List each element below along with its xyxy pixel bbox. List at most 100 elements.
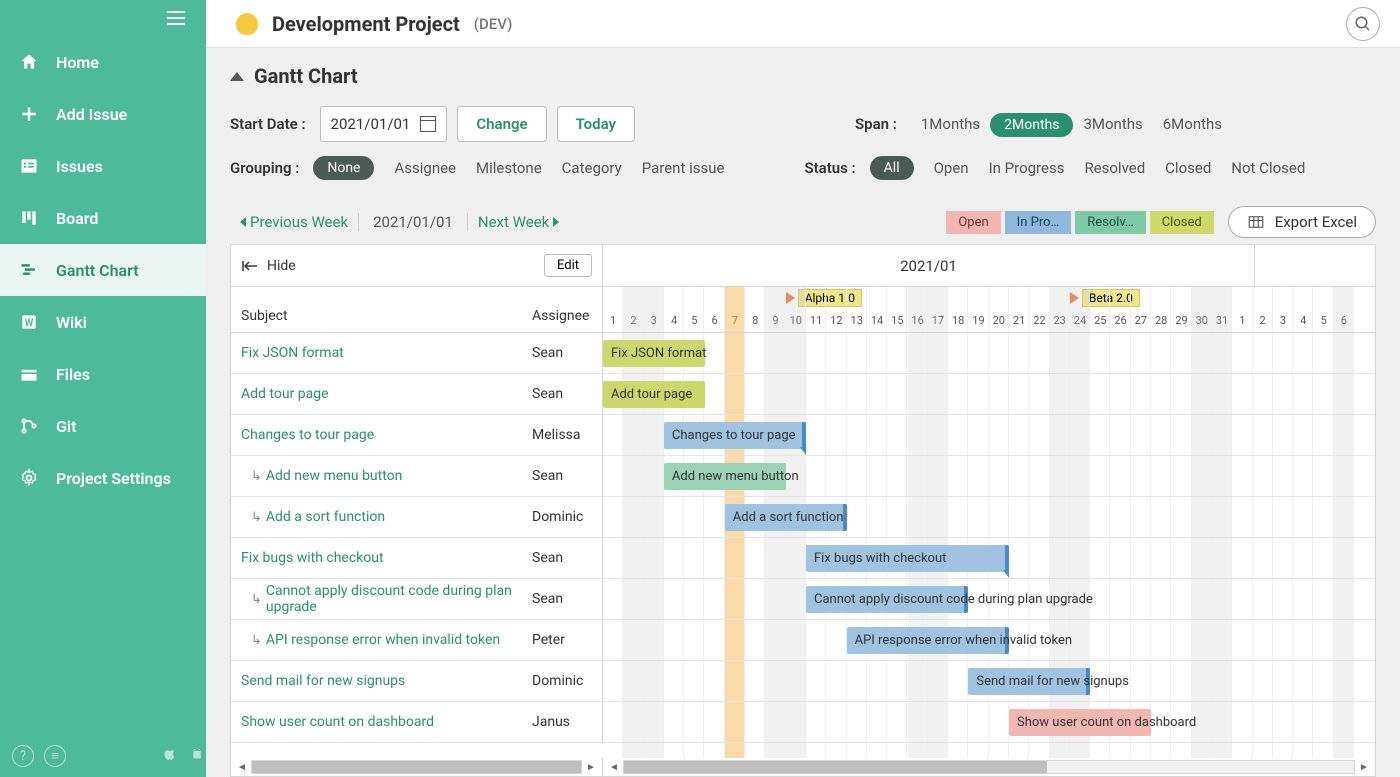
task-row: ↳ Add a sort functionDominicAdd a sort f… [231,497,1375,538]
edit-button[interactable]: Edit [544,254,592,277]
task-subject[interactable]: ↳ Add new menu button [241,468,532,484]
grouping-active[interactable]: None [313,156,374,180]
status-active[interactable]: All [870,156,914,180]
task-bar[interactable]: Add a sort function [725,504,847,531]
scrollbar-row: ◄ ► ◄ ► [231,758,1375,776]
sidebar-item-files[interactable]: Files [0,348,206,400]
task-row: Add tour pageSeanAdd tour page [231,374,1375,415]
header: Development Project (DEV) [206,0,1400,48]
scroll-left-icon[interactable]: ◄ [235,762,249,773]
main: Development Project (DEV) Gantt Chart St… [206,0,1400,777]
sidebar-item-wiki[interactable]: WWiki [0,296,206,348]
grouping-option-category[interactable]: Category [552,159,632,177]
milestone-alpha-1-0[interactable]: Alpha 1.0 [786,289,862,307]
task-bar[interactable]: Add new menu button [664,463,786,490]
task-bar[interactable]: Fix JSON format [603,340,705,367]
help-icon[interactable]: ? [12,745,34,767]
sidebar-item-git[interactable]: Git [0,400,206,452]
android-icon[interactable] [188,745,206,767]
day-label: 28 [1151,287,1171,332]
sidebar-item-issues[interactable]: Issues [0,140,206,192]
task-subject[interactable]: Changes to tour page [241,427,532,443]
milestone-beta-2-0[interactable]: Beta 2.0 [1070,289,1140,307]
timeline-scroll-left-icon[interactable]: ◄ [607,758,621,776]
sidebar-footer: ? ≡ [0,745,206,767]
next-week[interactable]: Next Week [468,213,569,231]
span-option-3months[interactable]: 3Months [1073,115,1152,133]
task-subject[interactable]: Add tour page [241,386,532,402]
info-icon[interactable]: ≡ [44,745,66,767]
day-label: 9 [765,287,785,332]
scroll-right-icon[interactable]: ► [584,762,598,773]
export-excel-button[interactable]: Export Excel [1228,206,1376,238]
sidebar-item-gantt[interactable]: Gantt Chart [0,244,206,296]
hamburger-icon[interactable] [0,0,206,36]
task-subject[interactable]: Fix JSON format [241,345,532,361]
grouping-label: Grouping : [230,159,299,177]
task-subject[interactable]: ↳ Add a sort function [241,509,532,525]
timeline-scrollbar[interactable] [623,760,1355,774]
task-bar[interactable]: Cannot apply discount code during plan u… [806,586,968,613]
files-icon [18,363,40,385]
grouping-option-assignee[interactable]: Assignee [384,159,466,177]
grouping-option-milestone[interactable]: Milestone [466,159,552,177]
content: Gantt Chart Start Date : 2021/01/01 Chan… [206,48,1400,777]
task-assignee: Peter [532,632,592,648]
day-label: 20 [989,287,1009,332]
calendar-icon [420,116,436,132]
day-label: 30 [1192,287,1212,332]
span-option-1months[interactable]: 1Months [911,115,990,133]
hide-label[interactable]: Hide [267,258,296,274]
task-subject[interactable]: ↳ API response error when invalid token [241,632,532,648]
task-subject[interactable]: Show user count on dashboard [241,714,532,730]
task-subject[interactable]: Fix bugs with checkout [241,550,532,566]
git-icon [18,415,40,437]
wiki-icon: W [18,311,40,333]
settings-icon [18,467,40,489]
task-bar[interactable]: Changes to tour page [664,422,806,449]
collapse-left-icon[interactable] [241,259,259,273]
task-bar[interactable]: Add tour page [603,381,705,408]
task-bar[interactable]: Fix bugs with checkout [806,545,1009,572]
task-assignee: Sean [532,468,592,484]
prev-week[interactable]: Previous Week [230,213,358,231]
left-scrollbar[interactable] [251,760,582,774]
change-button[interactable]: Change [457,106,546,142]
day-label: 18 [948,287,968,332]
status-option-in-progress[interactable]: In Progress [979,159,1075,177]
task-assignee: Sean [532,345,592,361]
sidebar-item-add-issue[interactable]: Add Issue [0,88,206,140]
day-label: 5 [684,287,704,332]
day-label: 1 [603,287,623,332]
day-label: 1 [1232,287,1252,332]
sidebar-item-board[interactable]: Board [0,192,206,244]
day-label: 29 [1171,287,1191,332]
task-bar[interactable]: API response error when invalid token [847,627,1009,654]
task-row: ↳ API response error when invalid tokenP… [231,620,1375,661]
status-option-open[interactable]: Open [924,159,979,177]
task-row: ↳ Add new menu buttonSean Add new menu bu… [231,456,1375,497]
collapse-icon[interactable] [230,72,244,81]
subtask-arrow-icon: ↳ [251,469,262,484]
span-option-2months[interactable]: 2Months [990,113,1073,137]
grouping-option-parent-issue[interactable]: Parent issue [632,159,735,177]
day-label: 6 [1334,287,1354,332]
control-row-2: Grouping : None AssigneeMilestoneCategor… [230,156,1376,180]
task-subject[interactable]: ↳ Cannot apply discount code during plan… [241,583,532,615]
status-option-not-closed[interactable]: Not Closed [1221,159,1315,177]
today-button[interactable]: Today [557,106,635,142]
task-bar[interactable]: Show user count on dashboard [1009,709,1151,736]
status-option-resolved[interactable]: Resolved [1074,159,1155,177]
task-bar[interactable]: Send mail for new signups [968,668,1090,695]
timeline-scroll-right-icon[interactable]: ► [1357,758,1371,776]
sidebar-item-settings[interactable]: Project Settings [0,452,206,504]
span-option-6months[interactable]: 6Months [1153,115,1232,133]
search-icon[interactable] [1346,7,1380,41]
task-subject[interactable]: Send mail for new signups [241,673,532,689]
day-label: 2 [1253,287,1273,332]
sidebar-item-home[interactable]: Home [0,36,206,88]
status-option-closed[interactable]: Closed [1155,159,1221,177]
lightbulb-icon [236,13,258,35]
apple-icon[interactable] [160,745,178,767]
start-date-input[interactable]: 2021/01/01 [320,106,448,142]
